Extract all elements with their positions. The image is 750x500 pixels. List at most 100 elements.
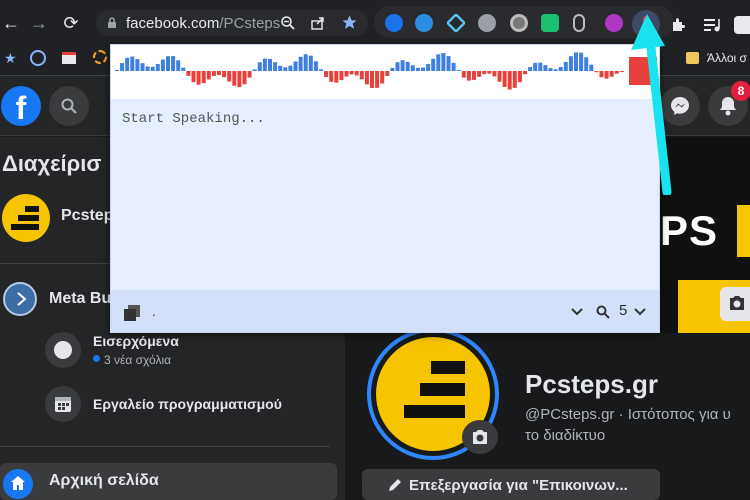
page-category: το διαδίκτυο	[525, 427, 606, 444]
reload-icon[interactable]: ⟳	[60, 12, 82, 34]
waveform-bar	[502, 71, 507, 87]
waveform-bar	[298, 56, 303, 71]
purple-extension-icon[interactable]	[605, 14, 623, 32]
waveform-bar	[201, 71, 206, 84]
waveform-bar	[609, 71, 614, 77]
count-select-value[interactable]: 5	[619, 302, 627, 319]
waveform-bar	[329, 71, 334, 82]
waveform-bar	[553, 69, 558, 71]
waveform-bar	[283, 67, 288, 71]
waveform-bar	[303, 54, 308, 71]
folder-icon[interactable]	[686, 52, 699, 64]
url-text[interactable]: facebook.com/PCsteps	[126, 15, 280, 32]
bookmark-star-icon[interactable]: ★	[4, 50, 17, 67]
page-title: Pcsteps.gr	[525, 369, 658, 399]
camera-icon	[730, 296, 744, 310]
profile-camera-button[interactable]	[462, 420, 498, 454]
waveform-bar	[528, 67, 533, 71]
waveform-bar	[492, 71, 497, 77]
waveform-bar	[421, 67, 425, 71]
scheduler-button[interactable]	[45, 386, 81, 422]
waveform-bar	[206, 71, 211, 80]
cover-yellow-bar	[737, 205, 750, 257]
waveform-bar	[232, 71, 237, 86]
facebook-logo[interactable]: f	[1, 86, 41, 126]
waveform-bar	[446, 56, 451, 71]
waveform-bar	[155, 63, 160, 71]
audio-extension-icon[interactable]	[385, 14, 403, 32]
zoom-icon[interactable]	[280, 15, 296, 31]
waveform-bar	[196, 71, 201, 85]
search-button[interactable]	[49, 86, 89, 126]
edit-contact-button[interactable]: Επεξεργασία για "Επικοινων...	[362, 469, 660, 500]
home-nav-item[interactable]: Αρχική σελίδα	[0, 463, 337, 500]
copy-icon[interactable]	[123, 304, 141, 322]
annotation-arrow	[631, 14, 672, 195]
waveform-bar	[456, 70, 461, 71]
waveform-bar	[227, 71, 232, 82]
chat-icon	[54, 341, 72, 359]
waveform-bar	[191, 71, 196, 83]
chevron-down-icon[interactable]	[571, 307, 583, 316]
waveform-bar	[293, 61, 298, 71]
gear-icon[interactable]	[478, 14, 496, 32]
cover-text: PS	[660, 207, 719, 254]
unread-dot	[93, 355, 100, 362]
media-icon-partial[interactable]	[734, 16, 750, 34]
waveform-bar	[370, 71, 374, 88]
scheduler-label[interactable]: Εργαλείο προγραμματισμού	[93, 396, 282, 412]
waveform-bar	[181, 67, 186, 71]
waveform-bar	[375, 71, 380, 88]
waveform-bar	[385, 71, 390, 76]
chevron-down-icon[interactable]	[634, 307, 646, 316]
waveform-bar	[579, 52, 584, 71]
forward-arrow-icon[interactable]: →	[28, 12, 50, 34]
waveform-bar	[145, 66, 150, 71]
green-extension-icon[interactable]	[541, 14, 559, 32]
share-icon[interactable]	[310, 15, 326, 31]
media-icon[interactable]	[703, 17, 721, 33]
waveform-bar	[390, 67, 395, 71]
inbox-label[interactable]: Εισερχόμενα	[93, 333, 179, 349]
record-extension-icon[interactable]	[510, 14, 528, 32]
star-icon[interactable]	[341, 14, 358, 31]
url-path: /PCsteps	[219, 15, 281, 32]
waveform-bar	[334, 71, 339, 83]
waveform-bar	[257, 62, 262, 71]
address-bar[interactable]: facebook.com/PCsteps	[96, 10, 368, 36]
colorful-bookmark-icon[interactable]	[93, 50, 107, 64]
inbox-button[interactable]	[45, 332, 81, 368]
waveform-bar	[359, 71, 364, 80]
page-avatar[interactable]	[2, 194, 50, 242]
lock-icon[interactable]	[107, 17, 117, 29]
shazam-extension-icon[interactable]	[415, 14, 433, 32]
waveform-bar	[599, 71, 604, 78]
inbox-subtext: 3 νέα σχόλια	[104, 353, 172, 367]
meta-business-label[interactable]: Meta Bu	[49, 290, 111, 308]
waveform-bar	[166, 56, 170, 71]
search-icon[interactable]	[596, 305, 610, 319]
waveform-bar	[308, 55, 313, 71]
meta-business-icon[interactable]	[3, 282, 37, 316]
footer-dot: .	[152, 304, 156, 319]
waveform-bar	[563, 61, 568, 71]
waveform-bar	[160, 59, 165, 71]
store-icon[interactable]	[62, 52, 76, 64]
waveform-bar	[125, 57, 130, 71]
audio-waveform	[111, 45, 659, 99]
home-icon	[3, 469, 33, 499]
history-icon[interactable]	[30, 50, 46, 66]
waveform-bar	[584, 57, 589, 71]
pencil-icon	[389, 479, 401, 491]
waveform-bar	[619, 71, 624, 73]
edit-contact-label: Επεξεργασία για "Επικοινων...	[409, 477, 628, 494]
waveform-bar	[262, 58, 267, 71]
waveform-bar	[130, 56, 135, 71]
cover-camera-button[interactable]	[720, 287, 750, 321]
back-arrow-icon[interactable]: ←	[0, 12, 22, 34]
waveform-bar	[273, 62, 278, 71]
waveform-bar	[339, 71, 344, 81]
mic-outline-icon[interactable]	[573, 14, 585, 32]
bookmark-folder-label[interactable]: Άλλοι σ	[707, 51, 747, 65]
waveform-bar	[186, 71, 191, 76]
